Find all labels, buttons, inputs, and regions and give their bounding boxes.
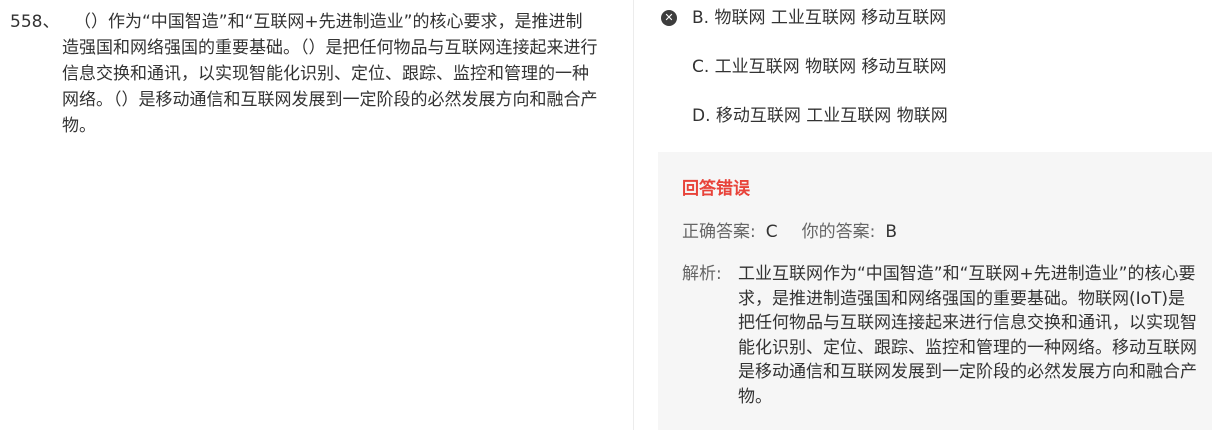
question-pane: 558、 （）作为“中国智造”和“互联网+先进制造业”的核心要求，是推进制造强国…	[0, 0, 633, 430]
option-b[interactable]: B. 物联网 工业互联网 移动互联网	[692, 6, 946, 30]
feedback-panel: 回答错误 正确答案: C 你的答案: B 解析: 工业互联网作为“中国智造”和“互联网…	[658, 152, 1212, 430]
question-text: （）作为“中国智造”和“互联网+先进制造业”的核心要求，是推进制造强国和网络强国…	[62, 12, 598, 136]
your-answer-value: B	[885, 222, 898, 242]
answer-pane: ✕ B. 物联网 工业互联网 移动互联网 C. 工业互联网 物联网 移动互联网 …	[634, 0, 1212, 430]
your-answer-label: 你的答案:	[801, 222, 876, 242]
correct-answer-label: 正确答案:	[682, 222, 756, 242]
analysis-text: 工业互联网作为“中国智造”和“互联网+先进制造业”的核心要求，是推进制造强国和网…	[738, 264, 1197, 407]
analysis-label: 解析:	[682, 264, 722, 284]
wrong-mark-icon: ✕	[661, 10, 677, 26]
correct-answer-value: C	[765, 222, 778, 242]
option-c[interactable]: C. 工业互联网 物联网 移动互联网	[692, 55, 947, 79]
question-number: 558、	[10, 12, 60, 32]
result-title: 回答错误	[682, 179, 750, 199]
answer-summary: 正确答案: C 你的答案: B	[682, 220, 921, 244]
option-d[interactable]: D. 移动互联网 工业互联网 物联网	[692, 104, 948, 128]
